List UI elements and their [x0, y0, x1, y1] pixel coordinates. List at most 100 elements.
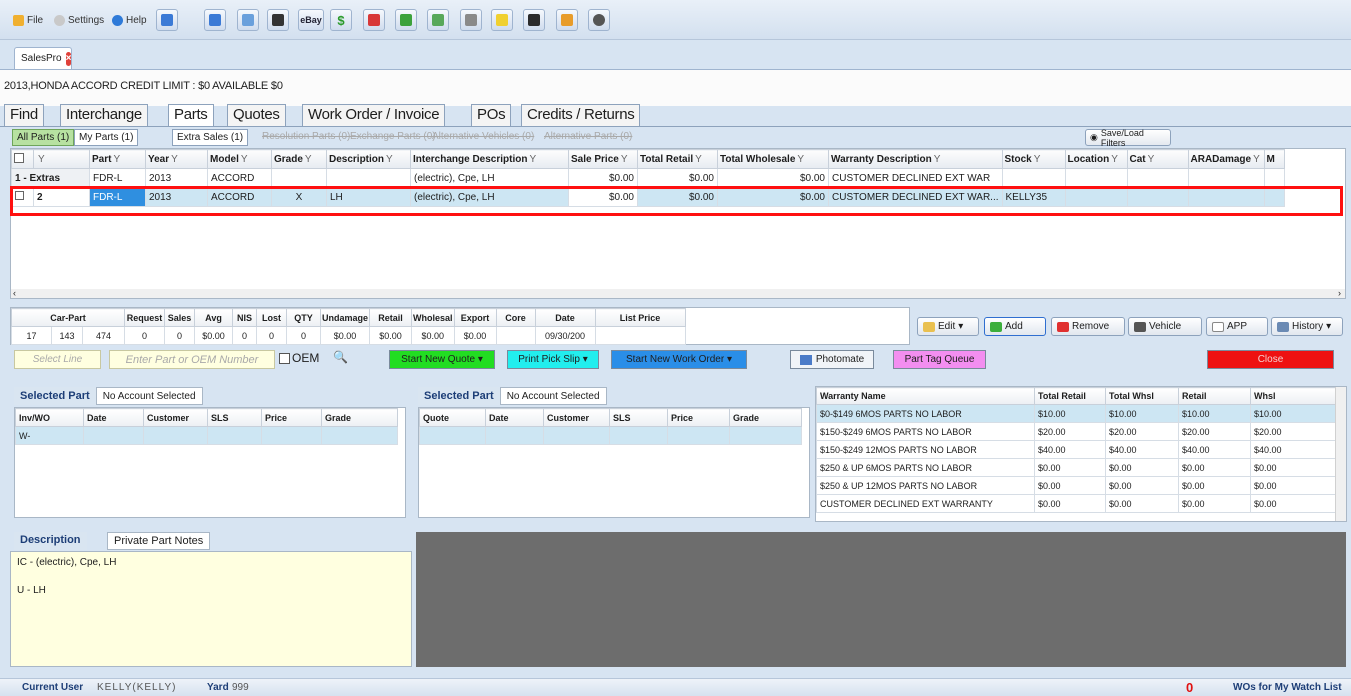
tab-work-order-invoice[interactable]: Work Order / Invoice	[302, 104, 446, 126]
column-header[interactable]: Location Y	[1064, 149, 1128, 169]
history-button[interactable]: History ▾	[1271, 317, 1343, 336]
part-oem-number-input[interactable]: Enter Part or OEM Number	[109, 350, 275, 369]
start-new-work-order-button[interactable]: Start New Work Order ▾	[611, 350, 747, 369]
parts-grid[interactable]: Y Part Y Year Y Model Y Grade Y Description Y…	[10, 148, 1346, 299]
toolbar-bulb-button[interactable]	[491, 9, 513, 31]
add-button[interactable]: Add	[984, 317, 1046, 336]
column-header[interactable]: Model Y	[207, 149, 272, 169]
warranty-table[interactable]: Warranty Name Total Retail Total Whsl Re…	[815, 386, 1347, 522]
toolbar-globe-button[interactable]	[588, 9, 610, 31]
tab-credits-returns[interactable]: Credits / Returns	[521, 104, 641, 126]
oem-checkbox[interactable]: OEM	[279, 351, 319, 365]
column-header[interactable]: Grade Y	[271, 149, 327, 169]
column-header[interactable]: Year Y	[145, 149, 208, 169]
filter-icon[interactable]: Y	[38, 154, 45, 165]
column-header[interactable]: Part Y	[89, 149, 146, 169]
table-row[interactable]: W-	[15, 426, 398, 445]
filter-icon[interactable]: Y	[113, 154, 120, 165]
search-icon[interactable]: 🔍	[333, 350, 350, 367]
table-row[interactable]	[419, 426, 802, 445]
column-header[interactable]: Sale Price Y	[568, 149, 638, 169]
toolbar-window-button[interactable]	[460, 9, 482, 31]
tab-parts[interactable]: Parts	[168, 104, 214, 126]
toolbar-printer-button[interactable]	[267, 9, 289, 31]
sales-history-panel[interactable]: Inv/WO Date Customer SLS Price Grade W-	[14, 407, 406, 518]
select-all-checkbox[interactable]	[11, 149, 34, 169]
toolbar-lock-button[interactable]	[556, 9, 578, 31]
tab-interchange[interactable]: Interchange	[60, 104, 148, 126]
select-line-input[interactable]: Select Line	[14, 350, 101, 369]
table-row[interactable]: 1 - Extras FDR-L 2013 ACCORD (electric),…	[11, 168, 1285, 188]
filter-icon[interactable]: Y	[695, 154, 702, 165]
watch-list-link[interactable]: WOs for My Watch List	[1233, 682, 1342, 693]
filter-icon[interactable]: Y	[934, 154, 941, 165]
filter-icon[interactable]: Y	[386, 154, 393, 165]
vertical-scrollbar[interactable]	[1335, 387, 1346, 521]
subtab-extra-sales[interactable]: Extra Sales (1)	[172, 129, 249, 146]
settings-menu[interactable]: Settings	[54, 12, 104, 28]
toolbar-list-button[interactable]	[237, 9, 259, 31]
close-button[interactable]: Close	[1207, 350, 1334, 369]
filter-icon[interactable]: Y	[1253, 154, 1260, 165]
toolbar-stop-button[interactable]	[363, 9, 385, 31]
start-new-quote-button[interactable]: Start New Quote ▾	[389, 350, 495, 369]
column-header[interactable]: Interchange Description Y	[410, 149, 569, 169]
filter-icon[interactable]: Y	[1148, 154, 1155, 165]
tab-find[interactable]: Find	[4, 104, 44, 126]
subtab-my-parts[interactable]: My Parts (1)	[74, 129, 139, 146]
toolbar-ebay-button[interactable]: eBay	[298, 9, 324, 31]
column-header[interactable]: Stock Y	[1001, 149, 1066, 169]
photomate-button[interactable]: Photomate	[790, 350, 874, 369]
toolbar-eject-button[interactable]	[523, 9, 545, 31]
table-row[interactable]: $150-$249 12MOS PARTS NO LABOR $40.00 $40.…	[816, 440, 1337, 459]
description-box[interactable]: IC - (electric), Cpe, LH U - LH	[10, 551, 412, 667]
filter-icon[interactable]: Y	[1034, 154, 1041, 165]
column-header[interactable]: Cat Y	[1126, 149, 1189, 169]
help-menu[interactable]: Help	[112, 12, 147, 28]
toolbar-check-button[interactable]	[395, 9, 417, 31]
table-row[interactable]: $250 & UP 6MOS PARTS NO LABOR $0.00 $0.00 $…	[816, 458, 1337, 477]
filter-icon[interactable]: Y	[797, 154, 804, 165]
toolbar-dollar-button[interactable]: $	[330, 9, 352, 31]
toolbar-save-button[interactable]	[204, 9, 226, 31]
table-row[interactable]: $250 & UP 12MOS PARTS NO LABOR $0.00 $0.00…	[816, 476, 1337, 495]
horizontal-scrollbar[interactable]: ‹ ›	[11, 289, 1345, 298]
salespro-tab[interactable]: SalesPro ×	[14, 47, 72, 69]
save-load-filters-button[interactable]: ◉ Save/Load Filters	[1085, 128, 1171, 148]
filter-icon[interactable]: Y	[529, 154, 536, 165]
column-header[interactable]: ARADamage Y	[1187, 149, 1265, 169]
tab-description[interactable]: Description	[14, 532, 87, 550]
quote-history-panel[interactable]: Quote Date Customer SLS Price Grade	[418, 407, 810, 518]
filter-icon[interactable]: Y	[621, 154, 628, 165]
column-header[interactable]: Description Y	[326, 149, 411, 169]
tab-pos[interactable]: POs	[471, 104, 512, 126]
tab-quotes[interactable]: Quotes	[227, 104, 286, 126]
filter-icon[interactable]: Y	[171, 154, 178, 165]
filter-icon[interactable]: Y	[1111, 154, 1118, 165]
vehicle-button[interactable]: Vehicle	[1128, 317, 1202, 336]
remove-button[interactable]: Remove	[1051, 317, 1125, 336]
table-row[interactable]: CUSTOMER DECLINED EXT WARRANTY $0.00 $0.00…	[816, 494, 1337, 513]
column-header[interactable]: Total Retail Y	[637, 149, 718, 169]
lock-icon	[561, 14, 573, 26]
close-icon[interactable]: ×	[65, 51, 72, 66]
table-row[interactable]: $150-$249 6MOS PARTS NO LABOR $20.00 $20.0…	[816, 422, 1337, 441]
toolbar-dropdown-button[interactable]	[156, 9, 178, 31]
toolbar-box-button[interactable]	[427, 9, 449, 31]
filter-icon[interactable]: Y	[241, 154, 248, 165]
cell-description	[326, 168, 411, 188]
subtab-all-parts[interactable]: All Parts (1)	[12, 129, 75, 146]
column-header[interactable]: Warranty Description Y	[828, 149, 1003, 169]
scroll-right-icon[interactable]: ›	[1338, 289, 1341, 298]
filter-icon[interactable]: Y	[305, 154, 312, 165]
app-button[interactable]: APP	[1206, 317, 1268, 336]
scroll-left-icon[interactable]: ‹	[13, 289, 16, 298]
column-header[interactable]: Total Wholesale Y	[717, 149, 829, 169]
print-pick-slip-button[interactable]: Print Pick Slip ▾	[507, 350, 599, 369]
edit-button[interactable]: Edit ▾	[917, 317, 979, 336]
file-menu[interactable]: File	[13, 12, 43, 28]
column-header[interactable]: M	[1263, 149, 1285, 169]
tab-private-part-notes[interactable]: Private Part Notes	[107, 532, 211, 550]
part-tag-queue-button[interactable]: Part Tag Queue	[893, 350, 986, 369]
table-row[interactable]: $0-$149 6MOS PARTS NO LABOR $10.00 $10.00 $…	[816, 404, 1337, 423]
